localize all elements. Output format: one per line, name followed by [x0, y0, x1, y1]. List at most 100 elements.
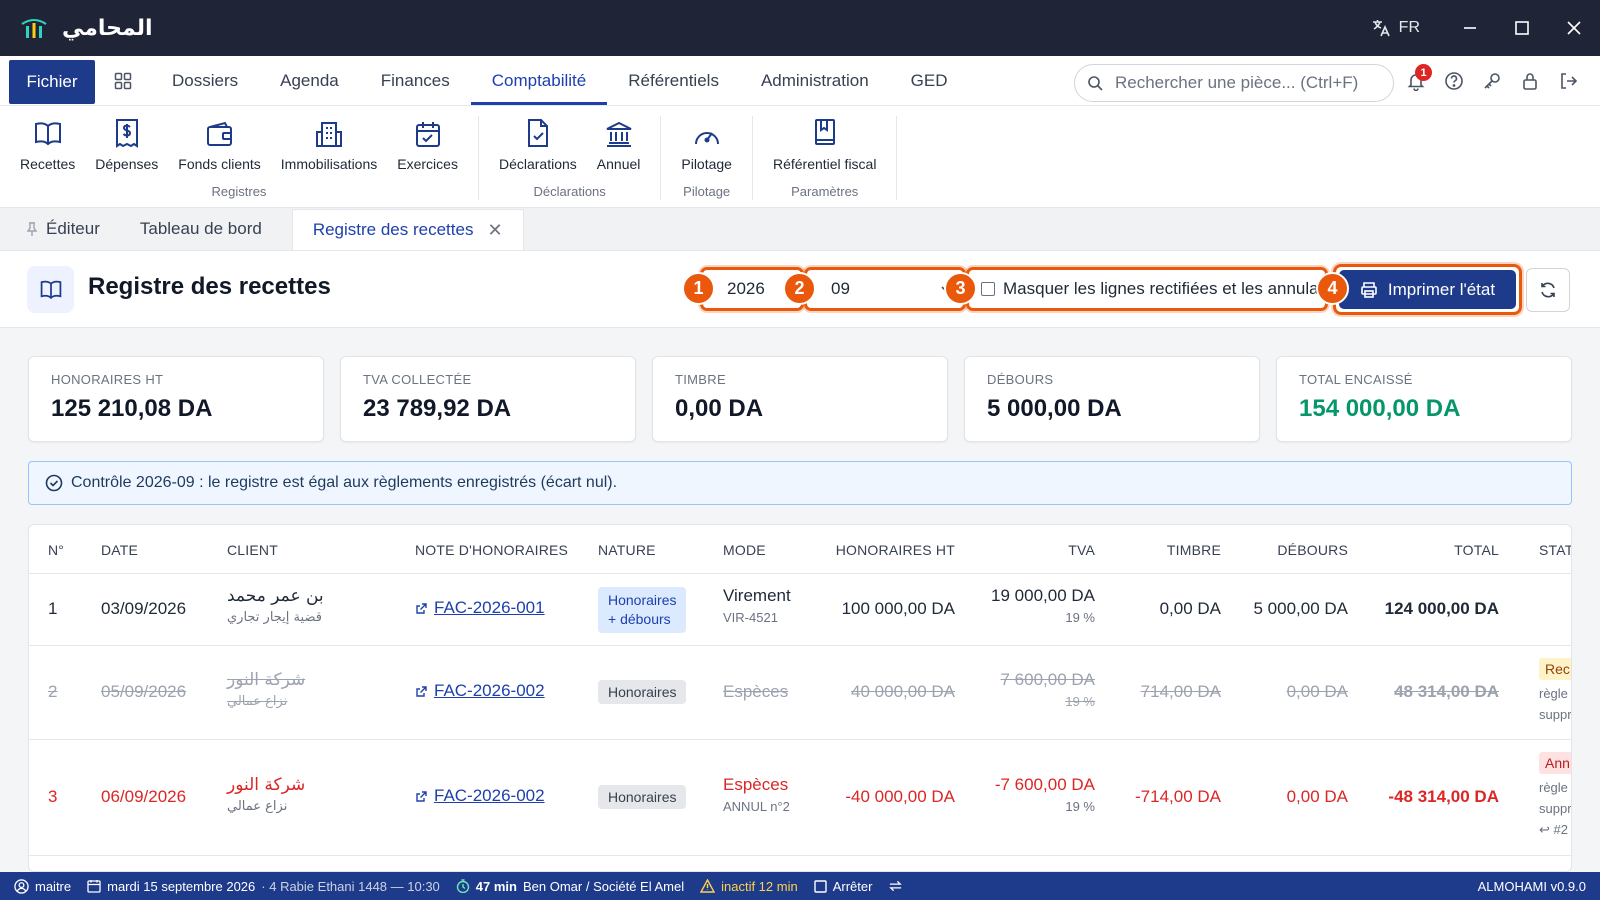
mode-ref: VIR-4521 [723, 610, 778, 625]
menu-finances[interactable]: Finances [360, 56, 471, 105]
minimize-button[interactable] [1444, 0, 1496, 56]
alert-text: Contrôle 2026-09 : le registre est égal … [71, 474, 618, 491]
cell-timbre: 714,00 DA [1140, 682, 1221, 701]
month-select[interactable]: 09 [804, 267, 966, 311]
current-date: mardi 15 septembre 2026 [107, 878, 256, 894]
maximize-button[interactable] [1496, 0, 1548, 56]
tab-editeur[interactable]: Éditeur [0, 207, 120, 250]
cell-debours: 0,00 DA [1286, 787, 1348, 806]
menu-referentiels[interactable]: Référentiels [607, 56, 740, 105]
tva-amount: 19 000,00 DA [991, 586, 1095, 605]
stop-timer-button[interactable]: Arrêter [814, 879, 872, 894]
language-switcher[interactable]: FR [1371, 18, 1420, 38]
nature-line: + débours [608, 611, 671, 627]
ribbon-label: Immobilisations [280, 156, 378, 172]
menu-ged[interactable]: GED [890, 56, 969, 105]
timer-case: Ben Omar / Société El Amel [522, 878, 685, 894]
cell-timbre: -714,00 DA [1135, 787, 1221, 806]
apps-grid-button[interactable] [95, 56, 151, 105]
search-box[interactable] [1074, 64, 1394, 102]
nature-line: Honoraires [608, 592, 677, 608]
kpi-tva-collectee: TVA COLLECTÉE 23 789,92 DA [340, 356, 636, 442]
invoice-link[interactable]: FAC-2026-002 [415, 786, 545, 806]
cell-num: 3 [48, 787, 58, 806]
ribbon-group-parametres: Référentiel fiscal Paramètres [753, 116, 898, 200]
invoice-link[interactable]: FAC-2026-002 [415, 681, 545, 701]
table-row[interactable]: 2 05/09/2026 شركة النور نزاع عمالي FAC-2… [29, 646, 1571, 740]
ribbon-label: Annuel [596, 156, 641, 172]
cell-tva: 7 600,00 DA 19 % [1000, 670, 1095, 709]
col-header: N° [48, 542, 65, 558]
ribbon-group-registres: Recettes Dépenses Fonds clients Immobili… [0, 116, 479, 200]
invoice-link[interactable]: FAC-2026-001 [415, 598, 545, 618]
ribbon-depenses[interactable]: Dépenses [85, 116, 168, 172]
table-row[interactable]: 3 06/09/2026 شركة النور نزاع عمالي FAC-2… [29, 740, 1571, 856]
kpi-total-encaisse: TOTAL ENCAISSÉ 154 000,00 DA [1276, 356, 1572, 442]
kpi-label: TOTAL ENCAISSÉ [1299, 372, 1413, 387]
menu-comptabilite[interactable]: Comptabilité [470, 56, 608, 105]
key-button[interactable] [1473, 56, 1511, 106]
status-badge: Ann [1539, 752, 1571, 774]
ribbon-referentiel-fiscal[interactable]: Référentiel fiscal [763, 116, 887, 172]
nature-badge: Honoraires [598, 680, 687, 704]
ribbon-exercices[interactable]: Exercices [387, 116, 468, 172]
cell-total: -48 314,00 DA [1388, 787, 1499, 806]
refresh-icon [1541, 282, 1555, 298]
logout-button[interactable] [1549, 56, 1587, 106]
mask-checkbox[interactable] [981, 282, 995, 296]
notifications-button[interactable]: 1 [1397, 56, 1435, 106]
cell-date: 05/09/2026 [101, 682, 187, 701]
table-row[interactable]: 1 03/09/2026 بن عمر محمد قضية إيجار تجار… [29, 574, 1571, 646]
col-header: CLIENT [227, 542, 278, 558]
hijri-date-time: · 4 Rabie Ethani 1448 — 10:30 [261, 878, 440, 894]
client-name: بن عمر محمد [227, 586, 324, 606]
close-window-button[interactable] [1548, 0, 1600, 56]
kpi-value: 23 789,92 DA [363, 395, 512, 422]
external-link-icon [416, 685, 427, 697]
kpi-label: TIMBRE [675, 372, 726, 387]
ribbon-label: Référentiel fiscal [772, 156, 877, 172]
ribbon-declarations[interactable]: Déclarations [489, 116, 587, 172]
ribbon-pilotage[interactable]: Pilotage [671, 116, 742, 172]
tab-tableau-de-bord[interactable]: Tableau de bord [120, 207, 282, 250]
search-icon [1088, 76, 1103, 91]
ribbon-immobilisations[interactable]: Immobilisations [271, 116, 387, 172]
help-button[interactable] [1435, 56, 1473, 106]
app-version: ALMOHAMI v0.9.0 [1477, 879, 1586, 894]
translate-icon [1372, 20, 1390, 37]
menu-agenda[interactable]: Agenda [259, 56, 360, 105]
refresh-button[interactable] [1526, 268, 1570, 312]
client-name: شركة النور [227, 670, 306, 690]
tab-close-icon[interactable]: ✕ [487, 220, 502, 241]
warning-icon [700, 879, 716, 893]
mask-rectified-toggle[interactable]: Masquer les lignes rectifiées et les ann… [966, 267, 1328, 311]
nature-badge: Honoraires + débours [598, 587, 687, 633]
ribbon-fonds-clients[interactable]: Fonds clients [168, 116, 270, 172]
lock-button[interactable] [1511, 56, 1549, 106]
ribbon-recettes[interactable]: Recettes [10, 116, 85, 172]
document-check-icon [527, 119, 548, 147]
sync-button[interactable] [888, 879, 903, 893]
print-button[interactable]: Imprimer l'état [1339, 270, 1516, 309]
kpi-value: 0,00 DA [675, 395, 764, 422]
book-open-icon [34, 122, 61, 146]
building-icon [316, 122, 343, 147]
menu-dossiers[interactable]: Dossiers [151, 56, 259, 105]
cell-tva: -7 600,00 DA 19 % [995, 775, 1095, 814]
cell-mode: Espèces ANNUL n°2 [723, 775, 790, 814]
ribbon-annuel[interactable]: Annuel [587, 116, 651, 172]
grid-icon [114, 72, 132, 89]
ribbon-toolbar: Recettes Dépenses Fonds clients Immobili… [0, 106, 1600, 208]
status-user[interactable]: maitre [14, 879, 71, 894]
printer-icon [1361, 281, 1377, 298]
pin-icon [26, 221, 38, 236]
control-alert: Contrôle 2026-09 : le registre est égal … [28, 461, 1572, 505]
page-title: Registre des recettes [88, 273, 331, 300]
tab-registre-recettes[interactable]: Registre des recettes ✕ [291, 209, 524, 250]
mode-name: Virement [723, 586, 791, 605]
help-icon [1445, 72, 1463, 90]
menu-file[interactable]: Fichier [9, 60, 95, 104]
menu-administration[interactable]: Administration [740, 56, 890, 105]
kpi-label: HONORAIRES HT [51, 372, 164, 387]
search-input[interactable] [1115, 73, 1375, 93]
